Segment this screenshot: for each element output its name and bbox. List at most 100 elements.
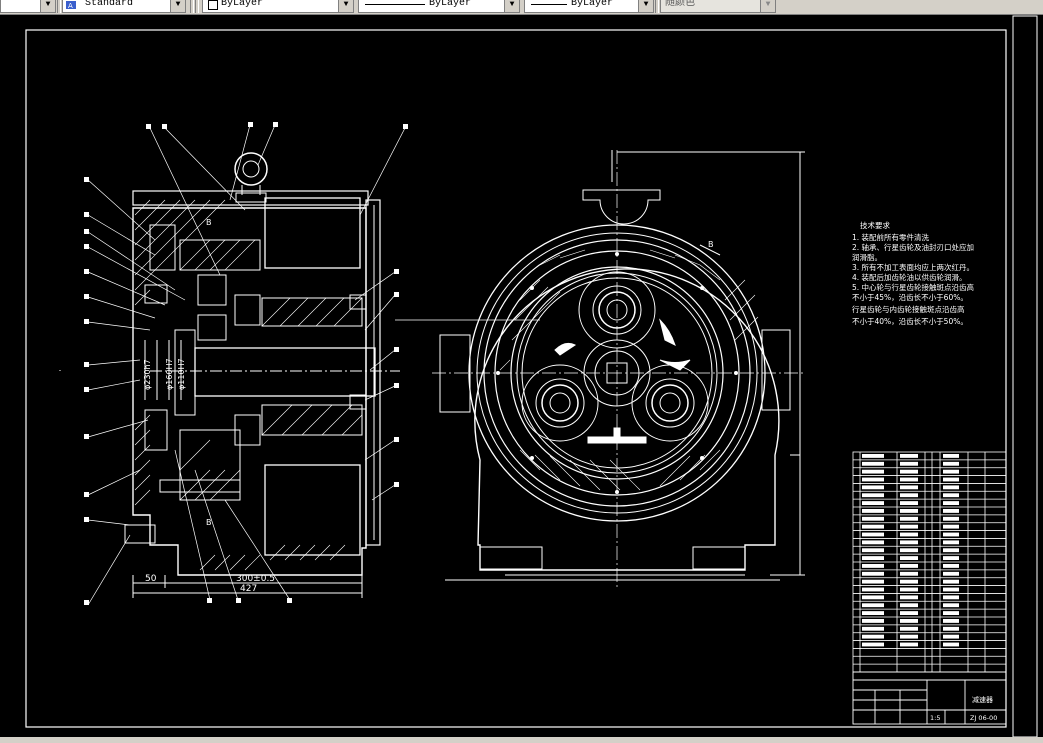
parts-list-cell-mark bbox=[943, 532, 959, 537]
svg-text:A: A bbox=[68, 2, 73, 9]
parts-list-cell-mark bbox=[943, 540, 959, 545]
parts-list-cell-mark bbox=[943, 485, 959, 490]
chevron-down-icon[interactable]: ▼ bbox=[338, 0, 353, 12]
color-swatch-icon bbox=[208, 0, 218, 10]
parts-list-cell-mark bbox=[900, 587, 918, 592]
parts-list bbox=[852, 451, 1007, 673]
bearing bbox=[144, 284, 168, 304]
outer-sheet-border bbox=[1012, 15, 1038, 737]
parts-list-cell-mark bbox=[900, 556, 918, 560]
text-style-combo[interactable]: A Standard ▼ bbox=[62, 0, 186, 13]
section-mark-b-top: B bbox=[206, 218, 212, 227]
parts-list-cell-mark bbox=[900, 626, 918, 631]
parts-list-cell-mark bbox=[862, 516, 884, 521]
parts-list-cell-mark bbox=[900, 595, 918, 600]
chevron-down-icon[interactable]: ▼ bbox=[40, 0, 55, 12]
parts-list-cell-mark bbox=[900, 501, 918, 505]
color-value: ByLayer bbox=[221, 0, 264, 9]
parts-list-cell-mark bbox=[900, 611, 918, 615]
parts-list-cell-mark bbox=[862, 461, 884, 466]
end-view bbox=[432, 150, 805, 590]
ring-hatching bbox=[499, 249, 759, 491]
parts-list-cell-mark bbox=[900, 579, 918, 584]
title-block-scale: 1:5 bbox=[930, 714, 940, 722]
parts-list-cell-mark bbox=[862, 509, 884, 513]
tech-req-line: 行星齿轮与内齿轮接触斑点沿齿高 bbox=[852, 304, 965, 314]
lineweight-value: ByLayer bbox=[571, 0, 614, 9]
parts-list-cell-mark bbox=[862, 642, 884, 647]
parts-list-cell-mark bbox=[943, 603, 959, 608]
parts-list-cell-mark bbox=[862, 571, 884, 576]
parts-list-rows bbox=[853, 454, 1006, 665]
layer-combo[interactable]: ▼ bbox=[0, 0, 56, 13]
parts-list-cell-mark bbox=[862, 485, 884, 490]
parts-list-cell-mark bbox=[862, 524, 884, 529]
parts-list-cell-mark bbox=[943, 548, 959, 553]
parts-list-cell-mark bbox=[862, 540, 884, 545]
parts-list-cell-mark bbox=[900, 461, 918, 466]
parts-list-cell-mark bbox=[943, 524, 959, 529]
parts-list-cell-mark bbox=[900, 603, 918, 608]
section-mark-b-bottom: B bbox=[206, 518, 212, 527]
chevron-down-icon[interactable]: ▼ bbox=[638, 0, 653, 12]
parts-list-cell-mark bbox=[900, 454, 918, 458]
lineweight-combo[interactable]: ByLayer ▼ bbox=[524, 0, 654, 13]
lineweight-preview-icon bbox=[531, 4, 567, 5]
parts-list-cell-mark bbox=[862, 579, 884, 584]
parts-list-cell-mark bbox=[900, 642, 918, 647]
parts-list-cell-mark bbox=[862, 603, 884, 608]
properties-toolbar: ▼ A Standard ▼ ByLayer ▼ ByLayer ▼ ByLay… bbox=[0, 0, 1043, 15]
tech-req-title: 技术要求 bbox=[860, 220, 890, 230]
drawing-canvas[interactable]: 50 300±0.5 427 φ230h7 φ160H7 φ110H7 B B bbox=[0, 15, 1043, 737]
parts-list-cell-mark bbox=[900, 493, 918, 498]
parts-list-cell-mark bbox=[862, 556, 884, 560]
parts-list-cell-mark bbox=[943, 626, 959, 631]
dim-dia-3: φ110H7 bbox=[177, 358, 186, 390]
parts-list-cell-mark bbox=[900, 509, 918, 513]
parts-list-cell-mark bbox=[862, 532, 884, 537]
plot-style-value: 随颜色 bbox=[665, 0, 695, 9]
toolbar-separator bbox=[655, 0, 659, 13]
parts-list-cell-mark bbox=[900, 634, 918, 639]
parts-list-cell-mark bbox=[943, 619, 959, 623]
parts-list-cell-mark bbox=[900, 524, 918, 529]
parts-list-cell-mark bbox=[862, 611, 884, 615]
planet-gear-right bbox=[631, 364, 709, 442]
linetype-combo[interactable]: ByLayer ▼ bbox=[358, 0, 520, 13]
parts-list-cell-mark bbox=[943, 634, 959, 639]
parts-list-cell-mark bbox=[862, 548, 884, 553]
tech-req-line: 4. 装配后加齿轮油以供齿轮润滑。 bbox=[852, 272, 967, 282]
color-combo[interactable]: ByLayer ▼ bbox=[202, 0, 354, 13]
parts-list-cell-mark bbox=[943, 501, 959, 505]
parts-list-cell-mark bbox=[900, 564, 918, 568]
lifting-eye-bolt bbox=[234, 152, 268, 186]
housing-outer bbox=[474, 268, 780, 571]
parts-list-cell-mark bbox=[943, 477, 959, 482]
part-leaders bbox=[87, 124, 540, 606]
tech-req-line: 3. 所有不加工表面均应上两次红丹。 bbox=[852, 262, 974, 272]
parts-list-cell-mark bbox=[862, 626, 884, 631]
parts-list-cell-mark bbox=[943, 571, 959, 576]
parts-list-cell-mark bbox=[943, 469, 959, 474]
parts-list-cell-mark bbox=[943, 454, 959, 458]
toolbar-separator bbox=[195, 0, 199, 13]
linetype-preview-icon bbox=[365, 4, 425, 5]
parts-list-cell-mark bbox=[943, 587, 959, 592]
parts-list-cell-mark bbox=[943, 564, 959, 568]
parts-list-cell-mark bbox=[862, 634, 884, 639]
title-block-drawing-no: ZJ 06-00 bbox=[970, 714, 997, 722]
housing-outline bbox=[132, 207, 367, 576]
end-cover bbox=[365, 199, 381, 546]
parts-list-cell-mark bbox=[900, 540, 918, 545]
chevron-down-icon[interactable]: ▼ bbox=[170, 0, 185, 12]
text-style-icon: A bbox=[66, 1, 76, 9]
dim-50: 50 bbox=[145, 574, 157, 584]
chevron-down-icon[interactable]: ▼ bbox=[760, 0, 775, 12]
plot-style-combo[interactable]: 随颜色 ▼ bbox=[660, 0, 776, 13]
toolbar-separator bbox=[190, 0, 194, 13]
parts-list-cell-mark bbox=[943, 516, 959, 521]
chevron-down-icon[interactable]: ▼ bbox=[504, 0, 519, 12]
parts-list-cell-mark bbox=[862, 595, 884, 600]
technical-requirements: 技术要求 1. 装配前所有零件清洗 2. 轴承、行星齿轮及油封刃口处应加 润滑脂… bbox=[852, 220, 975, 326]
parts-list-cell-mark bbox=[943, 595, 959, 600]
